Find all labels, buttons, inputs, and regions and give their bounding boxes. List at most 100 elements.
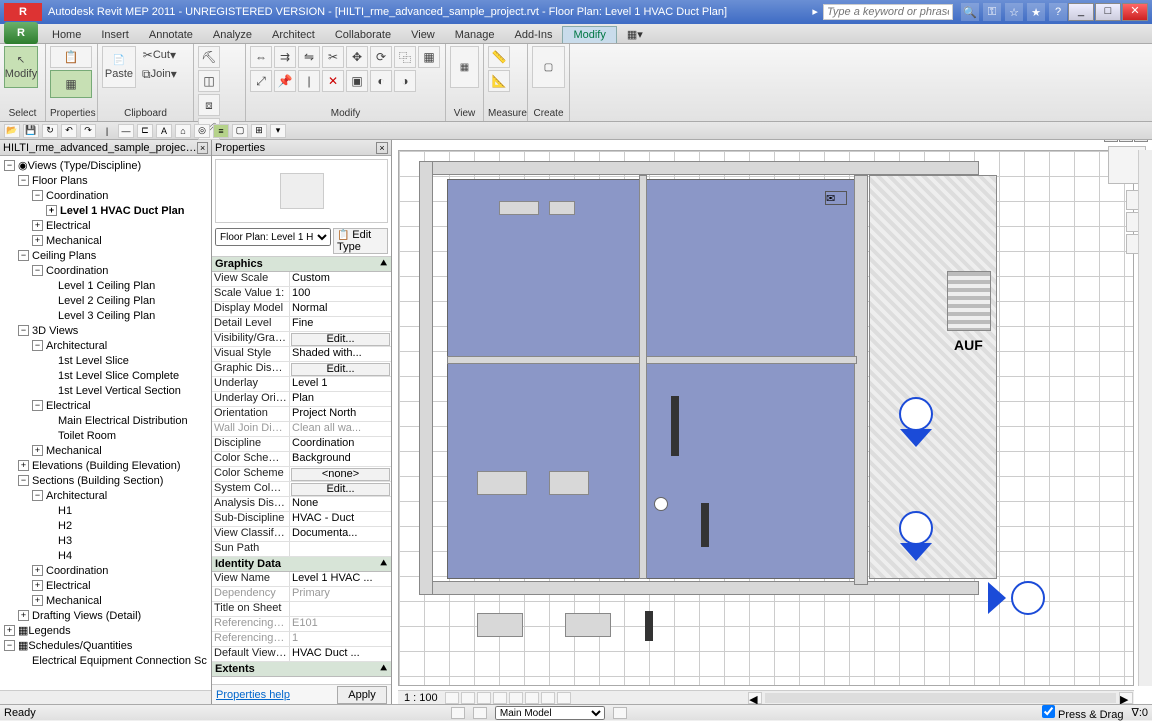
tree-toggle[interactable]: +: [32, 580, 43, 591]
tree-toggle[interactable]: −: [32, 340, 43, 351]
binoculars-icon[interactable]: 🔍: [961, 3, 979, 21]
property-value[interactable]: Documenta...: [290, 527, 391, 541]
view-close-icon[interactable]: ×: [1134, 140, 1148, 142]
tree-item[interactable]: 1st Level Slice: [2, 353, 211, 368]
property-row[interactable]: Display ModelNormal: [212, 302, 391, 317]
property-value[interactable]: Clean all wa...: [290, 422, 391, 436]
tree-toggle[interactable]: −: [32, 400, 43, 411]
array-icon[interactable]: ▦: [418, 46, 440, 68]
tree-toggle[interactable]: +: [32, 235, 43, 246]
property-row[interactable]: Analysis Displ...None: [212, 497, 391, 512]
mirror-icon[interactable]: ⇋: [298, 46, 320, 68]
tab-manage[interactable]: Manage: [445, 27, 505, 43]
qat-align-icon[interactable]: ⊏: [137, 124, 153, 138]
measure-icon[interactable]: 📏: [488, 46, 510, 68]
cope-icon[interactable]: ⛏: [198, 46, 220, 68]
property-value[interactable]: E101: [290, 617, 391, 631]
tab-modify[interactable]: Modify: [562, 26, 616, 43]
property-row[interactable]: UnderlayLevel 1: [212, 377, 391, 392]
tab-insert[interactable]: Insert: [91, 27, 139, 43]
property-row[interactable]: Detail LevelFine: [212, 317, 391, 332]
property-edit-button[interactable]: Edit...: [291, 333, 390, 346]
qat-3d-icon[interactable]: ⌂: [175, 124, 191, 138]
tree-toggle[interactable]: +: [46, 205, 57, 216]
help-icon[interactable]: ?: [1049, 3, 1067, 21]
tree-toggle[interactable]: +: [32, 565, 43, 576]
copy-icon[interactable]: ⿻: [394, 46, 416, 68]
pin-icon[interactable]: 📌: [274, 70, 296, 92]
property-row[interactable]: Color Scheme<none>: [212, 467, 391, 482]
property-value[interactable]: 1: [290, 632, 391, 646]
qat-open-icon[interactable]: 📂: [4, 124, 20, 138]
section-marker[interactable]: [899, 397, 933, 447]
properties-close-icon[interactable]: ×: [376, 142, 388, 154]
property-row[interactable]: Color Scheme...Background: [212, 452, 391, 467]
property-value[interactable]: Project North: [290, 407, 391, 421]
property-value[interactable]: None: [290, 497, 391, 511]
tree-item[interactable]: Electrical Equipment Connection Sc: [2, 653, 211, 668]
property-value[interactable]: 100: [290, 287, 391, 301]
tree-toggle[interactable]: −: [32, 265, 43, 276]
extra1-icon[interactable]: ◐: [370, 70, 392, 92]
tree-item[interactable]: Level 2 Ceiling Plan: [2, 293, 211, 308]
property-edit-button[interactable]: Edit...: [291, 483, 390, 496]
tab-extra-icon[interactable]: ▦▾: [617, 26, 653, 43]
join-button[interactable]: ⧉ Join ▾: [138, 65, 181, 83]
tab-analyze[interactable]: Analyze: [203, 27, 262, 43]
property-row[interactable]: DependencyPrimary: [212, 587, 391, 602]
tree-item[interactable]: H4: [2, 548, 211, 563]
close-button[interactable]: ✕: [1122, 3, 1148, 21]
tree-toggle[interactable]: −: [4, 160, 15, 171]
status-workset-icon[interactable]: [451, 707, 465, 719]
property-row[interactable]: Visual StyleShaded with...: [212, 347, 391, 362]
tree-item[interactable]: Main Electrical Distribution: [2, 413, 211, 428]
property-row[interactable]: OrientationProject North: [212, 407, 391, 422]
category-graphics[interactable]: Graphics⯅: [212, 257, 391, 272]
qat-sync-icon[interactable]: ↻: [42, 124, 58, 138]
sun-path-icon[interactable]: [477, 692, 491, 704]
hscroll-right-icon[interactable]: ▶: [1119, 692, 1133, 704]
align-icon[interactable]: ⇔: [250, 46, 272, 68]
property-row[interactable]: System Color ...Edit...: [212, 482, 391, 497]
qat-text-icon[interactable]: A: [156, 124, 172, 138]
press-drag-toggle[interactable]: Press & Drag: [1042, 705, 1123, 721]
property-value[interactable]: [290, 602, 391, 616]
tree-item[interactable]: H2: [2, 518, 211, 533]
property-row[interactable]: View Classific...Documenta...: [212, 527, 391, 542]
visual-style-icon[interactable]: [461, 692, 475, 704]
tree-item[interactable]: 1st Level Slice Complete: [2, 368, 211, 383]
property-row[interactable]: Sun Path: [212, 542, 391, 557]
property-value[interactable]: Normal: [290, 302, 391, 316]
tab-architect[interactable]: Architect: [262, 27, 325, 43]
type-selector[interactable]: Floor Plan: Level 1 H: [215, 228, 331, 246]
hide-isolate-icon[interactable]: [541, 692, 555, 704]
type-properties-button[interactable]: ▦: [50, 70, 92, 98]
tab-collaborate[interactable]: Collaborate: [325, 27, 401, 43]
property-row[interactable]: Default View ...HVAC Duct ...: [212, 647, 391, 662]
property-value[interactable]: Background: [290, 452, 391, 466]
tree-item[interactable]: Toilet Room: [2, 428, 211, 443]
shadows-icon[interactable]: [493, 692, 507, 704]
property-row[interactable]: Sub-DisciplineHVAC - Duct: [212, 512, 391, 527]
property-value[interactable]: Coordination: [290, 437, 391, 451]
tree-toggle[interactable]: −: [18, 475, 29, 486]
property-row[interactable]: View NameLevel 1 HVAC ...: [212, 572, 391, 587]
canvas-hscroll[interactable]: [765, 693, 1116, 703]
tree-toggle[interactable]: +: [32, 595, 43, 606]
tree-toggle[interactable]: +: [4, 625, 15, 636]
property-edit-button[interactable]: Edit...: [291, 363, 390, 376]
group-icon[interactable]: ▣: [346, 70, 368, 92]
qat-close-icon[interactable]: ▢: [232, 124, 248, 138]
browser-close-icon[interactable]: ×: [197, 142, 208, 154]
tab-home[interactable]: Home: [42, 27, 91, 43]
tree-toggle[interactable]: +: [32, 445, 43, 456]
tab-annotate[interactable]: Annotate: [139, 27, 203, 43]
paste-button[interactable]: 📄Paste: [102, 46, 136, 88]
property-row[interactable]: Title on Sheet: [212, 602, 391, 617]
property-value[interactable]: Custom: [290, 272, 391, 286]
property-value[interactable]: Shaded with...: [290, 347, 391, 361]
tree-toggle[interactable]: +: [18, 610, 29, 621]
section-marker[interactable]: [899, 511, 933, 561]
tree-toggle[interactable]: −: [4, 640, 15, 651]
property-value[interactable]: HVAC - Duct: [290, 512, 391, 526]
